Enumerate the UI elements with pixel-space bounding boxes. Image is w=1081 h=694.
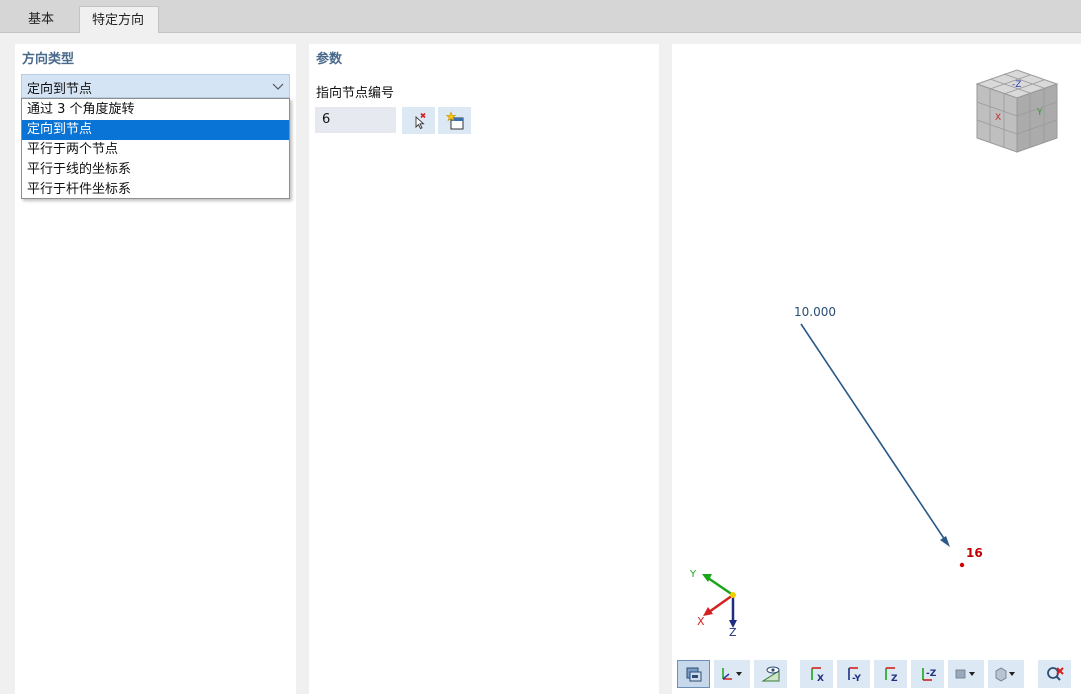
- svg-text:X: X: [995, 113, 1001, 123]
- display-options-icon: [686, 667, 701, 682]
- display-options-button[interactable]: [677, 660, 710, 688]
- pick-node-button[interactable]: [402, 107, 435, 134]
- new-item-icon: [445, 110, 463, 129]
- view-z-icon: Z: [884, 667, 898, 683]
- svg-text:-Z: -Z: [926, 669, 937, 679]
- view-minus-z-icon: -Z: [921, 668, 937, 681]
- cube-view-icon: [995, 667, 1015, 682]
- clear-selection-icon: [1046, 667, 1064, 681]
- view-toolbar: X -Y Z -Z: [677, 660, 1077, 688]
- visibility-button[interactable]: [754, 660, 787, 688]
- target-node-point[interactable]: [959, 562, 965, 568]
- option-parallel-two-nodes[interactable]: 平行于两个节点: [22, 140, 289, 160]
- view-minus-y-button[interactable]: -Y: [837, 660, 870, 688]
- chevron-down-icon: [272, 83, 284, 90]
- svg-text:-Y: -Y: [852, 674, 861, 683]
- option-parallel-member-cs[interactable]: 平行于杆件坐标系: [22, 180, 289, 200]
- axis-z-label: Z: [729, 626, 737, 639]
- axis-y-label: Y: [689, 569, 697, 580]
- direction-type-title: 方向类型: [22, 52, 75, 67]
- direction-type-dropdown[interactable]: 定向到节点: [21, 74, 290, 98]
- new-node-button[interactable]: [438, 107, 471, 134]
- view-x-button[interactable]: X: [800, 660, 833, 688]
- parameters-title: 参数: [316, 52, 343, 67]
- view-z-button[interactable]: Z: [874, 660, 907, 688]
- target-node-label: 指向节点编号: [316, 86, 395, 101]
- cube-view-button[interactable]: [988, 660, 1024, 688]
- direction-type-panel: 方向类型 定向到节点 通过 3 个角度旋转 定向到节点 平行于两个节点 平行于线…: [15, 44, 296, 694]
- node-number-label: 16: [966, 546, 983, 560]
- view-x-icon: X: [810, 667, 824, 683]
- axis-x-label: X: [697, 615, 705, 628]
- tab-specific-direction[interactable]: 特定方向: [79, 6, 159, 33]
- target-node-input[interactable]: 6: [315, 107, 396, 133]
- svg-text:Y: Y: [1036, 108, 1043, 118]
- vector-length-label: 10.000: [794, 305, 836, 319]
- svg-text:Z: Z: [891, 674, 898, 683]
- axis-triad: [702, 574, 737, 628]
- parameters-panel: 参数 指向节点编号 6: [309, 44, 659, 694]
- tab-basic[interactable]: 基本: [16, 6, 79, 33]
- render-mode-icon: [955, 669, 975, 679]
- tab-bar: 基本 特定方向: [0, 0, 1081, 33]
- svg-text:X: X: [817, 674, 824, 683]
- direction-vector: [800, 323, 950, 547]
- dropdown-selected-value: 定向到节点: [27, 82, 93, 97]
- view-minus-z-button[interactable]: -Z: [911, 660, 944, 688]
- axis-system-icon: [722, 668, 742, 680]
- visibility-icon: [760, 666, 779, 682]
- axis-system-button[interactable]: [714, 660, 750, 688]
- model-view-panel[interactable]: -Z X Y Y X Z 10.000 16 X -Y Z -Z: [672, 44, 1081, 694]
- render-mode-button[interactable]: [948, 660, 984, 688]
- svg-text:-Z: -Z: [1012, 80, 1021, 90]
- navigation-cube[interactable]: -Z X Y: [975, 69, 1059, 153]
- option-rotate-three-angles[interactable]: 通过 3 个角度旋转: [22, 100, 289, 120]
- clear-selection-button[interactable]: [1038, 660, 1071, 688]
- option-to-node[interactable]: 定向到节点: [22, 120, 289, 140]
- model-canvas[interactable]: -Z X Y Y X Z: [672, 44, 1081, 654]
- option-parallel-line-cs[interactable]: 平行于线的坐标系: [22, 160, 289, 180]
- direction-type-options: 通过 3 个角度旋转 定向到节点 平行于两个节点 平行于线的坐标系 平行于杆件坐…: [21, 98, 290, 199]
- view-minus-y-icon: -Y: [847, 667, 861, 683]
- pick-cursor-icon: [415, 112, 426, 129]
